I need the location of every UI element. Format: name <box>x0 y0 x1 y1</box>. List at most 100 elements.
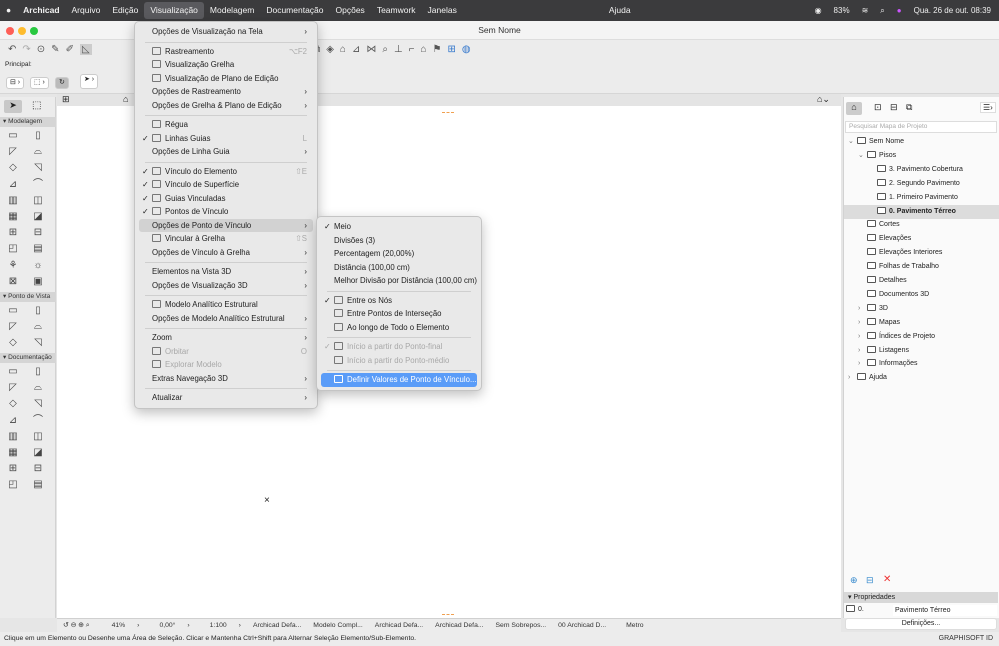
resize-handle[interactable] <box>442 112 454 116</box>
display-options[interactable]: Archicad Defa... <box>429 622 489 629</box>
dimension-unit[interactable]: Metro <box>612 622 649 629</box>
menu-item-entre-pontos-de-intersecao[interactable]: Entre Pontos de Interseção <box>321 307 477 321</box>
selection-method-selector[interactable]: ⬚ › <box>30 77 49 89</box>
delete-icon[interactable]: ✕ <box>883 574 891 585</box>
tree-item-2-segundo-pavimento[interactable]: 2. Segundo Pavimento <box>844 177 999 191</box>
menu-opcoes[interactable]: Opções <box>330 2 371 19</box>
tool-icon[interactable]: ◸ <box>6 321 20 333</box>
tool-icon[interactable]: ◪ <box>31 447 45 459</box>
tree-item-folhas-de-trabalho[interactable]: Folhas de Trabalho <box>844 260 999 274</box>
menu-item-inicio-a-partir-do-ponto-medio[interactable]: Início a partir do Ponto-médio <box>321 354 477 368</box>
tool-icon[interactable]: ◰ <box>6 243 20 255</box>
menu-teamwork[interactable]: Teamwork <box>371 2 422 19</box>
chevron-right-icon[interactable]: › <box>858 344 867 358</box>
tool-icon[interactable]: ▦ <box>6 211 20 223</box>
tree-item-listagens[interactable]: › Listagens <box>844 344 999 358</box>
menu-item-opcoes-de-ponto-de-vinculo[interactable]: Opções de Ponto de Vínculo › <box>139 218 313 232</box>
properties-header[interactable]: ▾ Propriedades <box>844 592 998 603</box>
tree-item-3-pavimento-cobertura[interactable]: 3. Pavimento Cobertura <box>844 163 999 177</box>
chevron-down-icon[interactable]: ⌄ <box>858 149 867 163</box>
tool-icon[interactable]: ▯ <box>31 366 45 378</box>
menu-item-vincular-a-grelha[interactable]: Vincular à Grelha ⇧S <box>139 232 313 246</box>
zoom-dropdown[interactable]: › <box>131 622 145 629</box>
undo-icon[interactable]: ↶ <box>8 44 16 55</box>
graphisoft-id-link[interactable]: GRAPHISOFT ID <box>939 632 993 646</box>
tool-icon[interactable]: ▯ <box>31 130 45 142</box>
project-map-search-input[interactable]: Pesquisar Mapa de Projeto <box>845 121 997 133</box>
menu-documentacao[interactable]: Documentação <box>260 2 329 19</box>
toolbar-icon[interactable]: ◈ <box>326 44 334 55</box>
tool-icon[interactable]: ◹ <box>31 162 45 174</box>
properties-name-field[interactable]: Pavimento Térreo <box>893 605 997 616</box>
menu-edicao[interactable]: Edição <box>106 2 144 19</box>
element-type-selector[interactable]: ⊟ › <box>6 77 25 89</box>
syringe-icon[interactable]: ✐ <box>66 44 74 55</box>
toolbox-section-modelagem[interactable]: ▾ Modelagem <box>0 117 56 127</box>
menu-item-opcoes-de-modelo-analitico-estrutural[interactable]: Opções de Modelo Analítico Estrutural › <box>139 312 313 326</box>
menu-item-guias-vinculadas[interactable]: ✓ Guias Vinculadas <box>139 192 313 206</box>
tool-icon[interactable]: ⊿ <box>6 179 20 191</box>
menu-item-explorar-modelo[interactable]: Explorar Modelo <box>139 358 313 372</box>
arrow-tool-icon[interactable]: ➤ <box>4 100 22 113</box>
toolbar-icon[interactable]: ⌂ <box>340 44 346 55</box>
zoom-value[interactable]: 41% <box>96 622 132 629</box>
publisher-sets-icon[interactable]: ⧉ <box>906 102 912 113</box>
tool-icon[interactable]: ◫ <box>31 195 45 207</box>
menu-item-linhas-guias[interactable]: ✓ Linhas Guias L <box>139 132 313 146</box>
menu-item-orbitar[interactable]: Orbitar O <box>139 345 313 359</box>
rotate-icon[interactable]: ↻ <box>55 77 69 89</box>
tool-icon[interactable]: ⌓ <box>31 321 45 333</box>
menu-item-zoom[interactable]: Zoom › <box>139 331 313 345</box>
tool-icon[interactable]: ◫ <box>31 431 45 443</box>
tool-icon[interactable]: ◰ <box>6 479 20 491</box>
tool-icon[interactable]: ▤ <box>31 479 45 491</box>
tree-item-ajuda[interactable]: › Ajuda <box>844 371 999 385</box>
graphic-overrides[interactable]: Sem Sobrepos... <box>490 622 553 629</box>
tool-icon[interactable]: ▥ <box>6 195 20 207</box>
tree-item-1-primeiro-pavimento[interactable]: 1. Primeiro Pavimento <box>844 191 999 205</box>
marquee-tool-icon[interactable]: ⬚ <box>32 100 41 111</box>
toolbar-icon[interactable]: ⋈ <box>366 44 376 55</box>
menu-item-pontos-de-vinculo[interactable]: ✓ Pontos de Vínculo <box>139 205 313 219</box>
eyedropper-icon[interactable]: ✎ <box>51 44 59 55</box>
tree-item-elevacoes[interactable]: Elevações <box>844 232 999 246</box>
tool-icon[interactable]: ▣ <box>31 276 45 288</box>
tool-icon[interactable]: ⊿ <box>6 415 20 427</box>
apple-menu-icon[interactable]: ● <box>0 2 17 19</box>
tree-item-documentos-3d[interactable]: Documentos 3D <box>844 288 999 302</box>
tool-icon[interactable]: ⊠ <box>6 276 20 288</box>
toolbar-icon[interactable]: ⌕ <box>382 44 388 55</box>
tool-icon[interactable]: ▭ <box>6 305 20 317</box>
menu-modelagem[interactable]: Modelagem <box>204 2 260 19</box>
toolbox-section-documentacao[interactable]: ▾ Documentação <box>0 353 56 363</box>
tool-icon[interactable]: ◸ <box>6 146 20 158</box>
tool-icon[interactable]: ▦ <box>6 447 20 459</box>
toolbar-icon[interactable]: ⌂ <box>421 44 427 55</box>
tree-item-3d[interactable]: › 3D <box>844 302 999 316</box>
toolbar-icon[interactable]: ◍ <box>462 44 471 55</box>
flag-icon[interactable]: ⚑ <box>433 44 442 55</box>
tool-icon[interactable]: ☼ <box>31 260 45 272</box>
redo-icon[interactable]: ↷ <box>22 44 30 55</box>
zoom-controls-icon[interactable]: ↺ ⊖ ⊕ ⌕ <box>57 621 96 630</box>
menu-app[interactable]: Archicad <box>17 2 65 19</box>
menu-item-modelo-analitico-estrutural[interactable]: Modelo Analítico Estrutural <box>139 298 313 312</box>
tree-item-pisos[interactable]: ⌄ Pisos <box>844 149 999 163</box>
tool-icon[interactable]: ⊟ <box>31 463 45 475</box>
menu-item-distancia-100-00-cm[interactable]: Distância (100,00 cm) <box>321 261 477 275</box>
floor-plan-tab-icon[interactable]: ⌂ <box>123 94 128 104</box>
project-map-icon[interactable]: ⌂ <box>846 102 862 115</box>
menu-item-vinculo-do-elemento[interactable]: ✓ Vínculo do Elemento ⇧E <box>139 165 313 179</box>
menu-item-melhor-divisao-por-distancia-100-00-cm[interactable]: Melhor Divisão por Distância (100,00 cm) <box>321 274 477 288</box>
tool-icon[interactable]: ⊞ <box>6 227 20 239</box>
wifi-icon[interactable]: ≋ <box>862 6 869 15</box>
tree-item-elevacoes-interiores[interactable]: Elevações Interiores <box>844 246 999 260</box>
toolbox-section-ponto-de-vista[interactable]: ▾ Ponto de Vista <box>0 292 56 302</box>
renovation-filter[interactable]: 00 Archicad D... <box>552 622 612 629</box>
menu-item-visualizacao-de-plano-de-edicao[interactable]: Visualização de Plano de Edição <box>139 72 313 86</box>
tool-icon[interactable]: ◹ <box>31 337 45 349</box>
tree-item-detalhes[interactable]: Detalhes <box>844 274 999 288</box>
angle-value[interactable]: 0,00° <box>145 622 181 629</box>
tree-item-sem-nome[interactable]: ⌄ Sem Nome <box>844 135 999 149</box>
menu-item-opcoes-de-vinculo-a-grelha[interactable]: Opções de Vínculo à Grelha › <box>139 246 313 260</box>
